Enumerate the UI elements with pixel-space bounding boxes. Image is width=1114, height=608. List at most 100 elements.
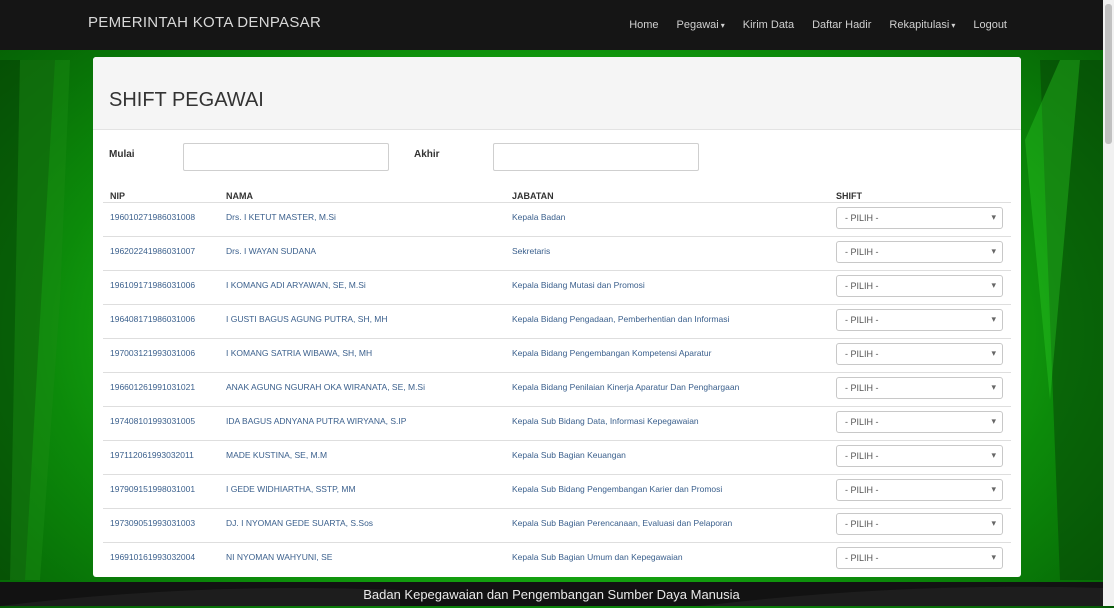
shift-select[interactable]: - PILIH - ▾	[836, 547, 1003, 569]
nip-cell[interactable]: 196109171986031006	[110, 280, 195, 290]
nip-cell[interactable]: 197003121993031006	[110, 348, 195, 358]
scrollbar-thumb[interactable]	[1105, 4, 1112, 144]
mulai-date-input[interactable]	[183, 143, 389, 171]
chevron-down-icon: ▾	[991, 552, 996, 562]
shift-panel: SHIFT PEGAWAI Mulai Akhir NIP NAMA JABAT…	[93, 57, 1021, 577]
caret-down-icon: ▾	[720, 21, 725, 30]
shift-select-value: - PILIH -	[845, 213, 879, 223]
chevron-down-icon: ▾	[991, 314, 996, 324]
table-row: 196202241986031007 Drs. I WAYAN SUDANA Sek…	[103, 236, 1011, 268]
shift-select[interactable]: - PILIH - ▾	[836, 377, 1003, 399]
vertical-scrollbar[interactable]	[1103, 0, 1114, 606]
shift-select[interactable]: - PILIH - ▾	[836, 513, 1003, 535]
chevron-down-icon: ▾	[991, 280, 996, 290]
nav-item-label: Home	[629, 19, 659, 31]
column-header-shift: SHIFT	[836, 191, 862, 201]
chevron-down-icon: ▾	[991, 212, 996, 222]
nip-cell[interactable]: 197309051993031003	[110, 518, 195, 528]
nip-cell[interactable]: 196408171986031006	[110, 314, 195, 324]
column-header-jabatan: JABATAN	[512, 191, 554, 201]
shift-select[interactable]: - PILIH - ▾	[836, 343, 1003, 365]
chevron-down-icon: ▾	[991, 518, 996, 528]
jabatan-cell[interactable]: Kepala Bidang Mutasi dan Promosi	[512, 280, 645, 290]
shift-select-value: - PILIH -	[845, 553, 879, 563]
shift-select[interactable]: - PILIH - ▾	[836, 275, 1003, 297]
table-row: 197408101993031005 IDA BAGUS ADNYANA PUTR…	[103, 406, 1011, 438]
shift-select-value: - PILIH -	[845, 451, 879, 461]
shift-select-value: - PILIH -	[845, 349, 879, 359]
jabatan-cell[interactable]: Kepala Sub Bidang Pengembangan Karier da…	[512, 484, 722, 494]
jabatan-cell[interactable]: Kepala Bidang Pengembangan Kompetensi Ap…	[512, 348, 711, 358]
jabatan-cell[interactable]: Kepala Bidang Penilaian Kinerja Aparatur…	[512, 382, 739, 392]
shift-select-value: - PILIH -	[845, 485, 879, 495]
nama-cell[interactable]: ANAK AGUNG NGURAH OKA WIRANATA, SE, M.Si	[226, 382, 425, 392]
jabatan-cell[interactable]: Kepala Sub Bidang Data, Informasi Kepega…	[512, 416, 699, 426]
jabatan-cell[interactable]: Kepala Badan	[512, 212, 565, 222]
table-row: 196109171986031006 I KOMANG ADI ARYAWAN, …	[103, 270, 1011, 302]
nama-cell[interactable]: I GUSTI BAGUS AGUNG PUTRA, SH, MH	[226, 314, 388, 324]
nav-item-label: Rekapitulasi	[889, 19, 950, 31]
nav-item-logout[interactable]: Logout	[973, 19, 1007, 31]
table-row: 197909151998031001 I GEDE WIDHIARTHA, SST…	[103, 474, 1011, 506]
table-row: 196910161993032004 NI NYOMAN WAHYUNI, SE K…	[103, 542, 1011, 574]
akhir-label: Akhir	[414, 149, 440, 160]
jabatan-cell[interactable]: Kepala Sub Bagian Keuangan	[512, 450, 626, 460]
chevron-down-icon: ▾	[991, 416, 996, 426]
nama-cell[interactable]: Drs. I KETUT MASTER, M.Si	[226, 212, 336, 222]
nav-menu: Home Pegawai ▾ Kirim Data Daftar Hadir Rekapi…	[629, 0, 1007, 50]
table-row: 196010271986031008 Drs. I KETUT MASTER, M…	[103, 202, 1011, 234]
nip-cell[interactable]: 196010271986031008	[110, 212, 195, 222]
nav-item-kirim-data[interactable]: Kirim Data	[743, 19, 794, 31]
nama-cell[interactable]: IDA BAGUS ADNYANA PUTRA WIRYANA, S.IP	[226, 416, 406, 426]
caret-down-icon: ▾	[951, 21, 956, 30]
table-row: 197003121993031006 I KOMANG SATRIA WIBAWA…	[103, 338, 1011, 370]
nama-cell[interactable]: Drs. I WAYAN SUDANA	[226, 246, 316, 256]
shift-select[interactable]: - PILIH - ▾	[836, 207, 1003, 229]
chevron-down-icon: ▾	[991, 382, 996, 392]
jabatan-cell[interactable]: Kepala Bidang Pengadaan, Pemberhentian d…	[512, 314, 729, 324]
navbar-brand[interactable]: PEMERINTAH KOTA DENPASAR	[88, 14, 321, 31]
nav-item-rekapitulasi[interactable]: Rekapitulasi ▾	[889, 19, 955, 31]
nama-cell[interactable]: I GEDE WIDHIARTHA, SSTP, MM	[226, 484, 356, 494]
nama-cell[interactable]: DJ. I NYOMAN GEDE SUARTA, S.Sos	[226, 518, 373, 528]
shift-select-value: - PILIH -	[845, 383, 879, 393]
shift-select-value: - PILIH -	[845, 281, 879, 291]
footer-text: Badan Kepegawaian dan Pengembangan Sumbe…	[363, 587, 740, 602]
nip-cell[interactable]: 197408101993031005	[110, 416, 195, 426]
jabatan-cell[interactable]: Kepala Sub Bagian Perencanaan, Evaluasi …	[512, 518, 732, 528]
jabatan-cell[interactable]: Kepala Sub Bagian Umum dan Kepegawaian	[512, 552, 683, 562]
shift-select[interactable]: - PILIH - ▾	[836, 241, 1003, 263]
shift-select[interactable]: - PILIH - ▾	[836, 309, 1003, 331]
nav-item-label: Kirim Data	[742, 19, 795, 31]
nama-cell[interactable]: NI NYOMAN WAHYUNI, SE	[226, 552, 332, 562]
top-navbar: PEMERINTAH KOTA DENPASAR Home Pegawai ▾ Kir…	[0, 0, 1103, 50]
nama-cell[interactable]: MADE KUSTINA, SE, M.M	[226, 450, 327, 460]
table-row: 197112061993032011 MADE KUSTINA, SE, M.M K…	[103, 440, 1011, 472]
nama-cell[interactable]: I KOMANG SATRIA WIBAWA, SH, MH	[226, 348, 372, 358]
nip-cell[interactable]: 196910161993032004	[110, 552, 195, 562]
page-title: SHIFT PEGAWAI	[109, 89, 264, 111]
shift-select[interactable]: - PILIH - ▾	[836, 479, 1003, 501]
shift-select-value: - PILIH -	[845, 247, 879, 257]
nama-cell[interactable]: I KOMANG ADI ARYAWAN, SE, M.Si	[226, 280, 366, 290]
nav-item-daftar-hadir[interactable]: Daftar Hadir	[812, 19, 871, 31]
chevron-down-icon: ▾	[991, 246, 996, 256]
chevron-down-icon: ▾	[991, 450, 996, 460]
chevron-down-icon: ▾	[991, 348, 996, 358]
nav-item-pegawai[interactable]: Pegawai ▾	[677, 19, 725, 31]
mulai-label: Mulai	[109, 149, 135, 160]
shift-select[interactable]: - PILIH - ▾	[836, 411, 1003, 433]
nip-cell[interactable]: 197112061993032011	[110, 450, 194, 460]
nip-cell[interactable]: 197909151998031001	[110, 484, 195, 494]
shift-select-value: - PILIH -	[845, 315, 879, 325]
column-header-nip: NIP	[110, 191, 126, 201]
nav-item-label: Daftar Hadir	[812, 19, 872, 31]
nip-cell[interactable]: 196202241986031007	[110, 246, 195, 256]
akhir-date-input[interactable]	[493, 143, 699, 171]
table-row: 196601261991031021 ANAK AGUNG NGURAH OKA …	[103, 372, 1011, 404]
nip-cell[interactable]: 196601261991031021	[110, 382, 195, 392]
shift-select[interactable]: - PILIH - ▾	[836, 445, 1003, 467]
jabatan-cell[interactable]: Sekretaris	[512, 246, 550, 256]
column-header-nama: NAMA	[226, 191, 253, 201]
nav-item-home[interactable]: Home	[629, 19, 658, 31]
